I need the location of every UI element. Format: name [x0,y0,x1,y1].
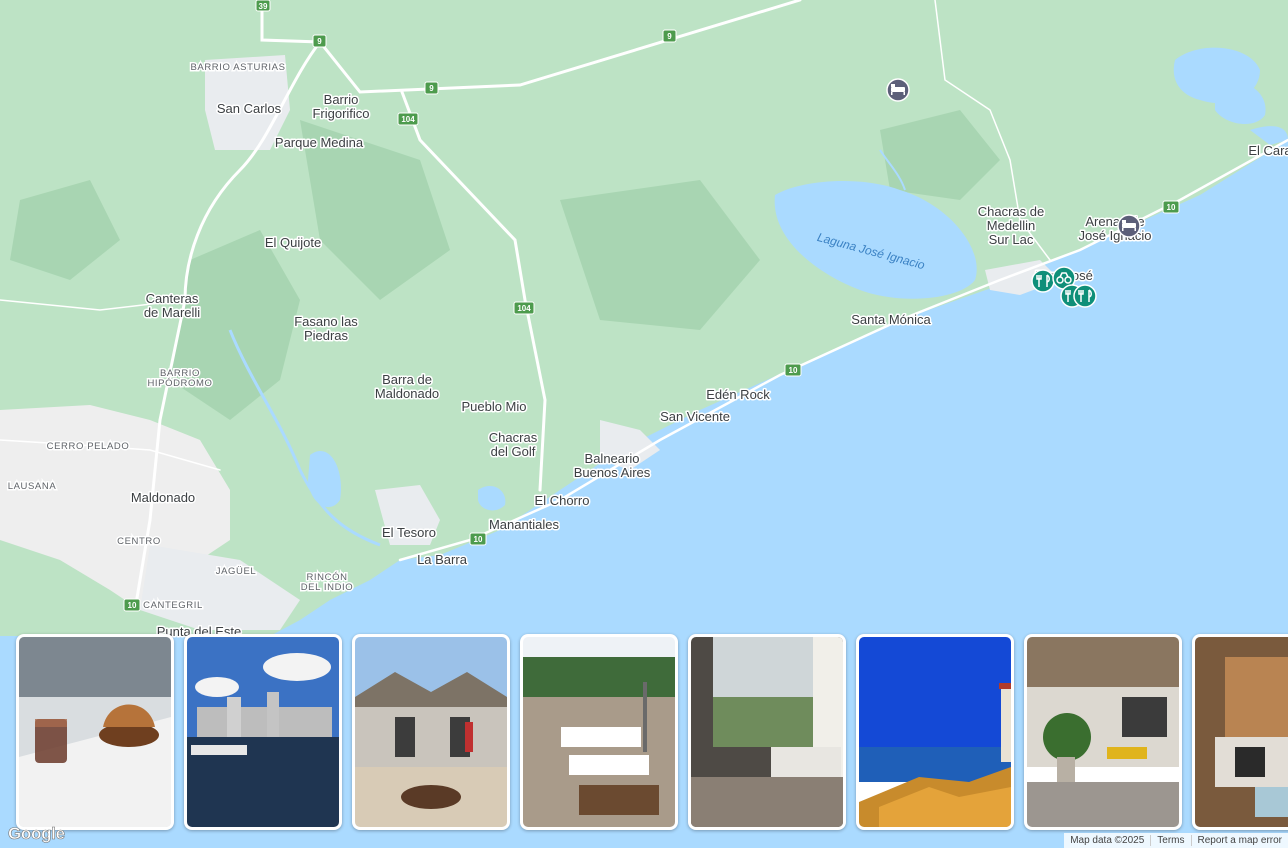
photo-restaurant-terrace [523,637,675,827]
route-shield-10: 10 [469,532,487,546]
photo-card[interactable] [520,634,678,830]
svg-text:104: 104 [401,115,415,124]
route-shield-104: 104 [397,112,419,126]
place-label: Pueblo Mio [461,399,526,414]
place-label: del Golf [491,444,536,459]
place-label: Sur Lac [989,232,1034,247]
place-label: CENTRO [117,536,161,547]
svg-text:10: 10 [1167,203,1176,212]
photo-pergola-terrace [1027,637,1179,827]
route-shield-9: 9 [424,81,439,95]
place-label: BARRIO ASTURIAS [190,62,285,73]
place-label: Balneario [585,451,640,466]
photo-carousel[interactable] [16,634,1288,832]
photo-card[interactable] [16,634,174,830]
svg-text:104: 104 [517,304,531,313]
place-label: El Chorro [535,493,590,508]
place-label: Frigorifico [312,106,369,121]
place-label: Medellin [987,218,1035,233]
place-label: El Cara [1248,143,1288,158]
svg-text:9: 9 [667,32,672,41]
photo-patio-firepit [355,637,507,827]
place-label: La Barra [417,552,468,567]
photo-coffee-croissant [19,637,171,827]
route-shield-9: 9 [312,34,327,48]
hotel-pin[interactable] [886,78,910,102]
restaurant-pin[interactable] [1031,269,1055,293]
map-footer: Map data ©2025 Terms Report a map error [1064,833,1288,848]
report-map-error-link[interactable]: Report a map error [1192,835,1288,846]
svg-text:9: 9 [317,37,322,46]
route-shield-10: 10 [1162,200,1180,214]
place-label: JAGÜEL [216,566,257,577]
place-label: CANTEGRIL [143,600,203,611]
place-label: Buenos Aires [574,465,651,480]
place-label: Barra de [382,372,432,387]
svg-text:10: 10 [128,601,137,610]
google-logo: Google [8,824,66,844]
place-label: CERRO PELADO [47,441,130,452]
photo-fireplace-room [1195,637,1288,827]
place-label: Maldonado [375,386,439,401]
place-label: San Carlos [217,101,282,116]
place-label: Barrio [324,92,359,107]
place-label: Canteras [146,291,199,306]
place-label: Maldonado [131,490,195,505]
photo-card[interactable] [856,634,1014,830]
place-label: de Marelli [144,305,200,320]
svg-text:39: 39 [259,2,268,11]
photo-card[interactable] [184,634,342,830]
map-data-attribution: Map data ©2025 [1070,835,1145,846]
place-label: Manantiales [489,517,560,532]
place-label: San Vicente [660,409,730,424]
svg-text:10: 10 [474,535,483,544]
place-label: HIPÓDROMO [147,378,212,389]
hotel-pin[interactable] [1117,214,1141,238]
restaurant-pin[interactable] [1073,284,1097,308]
terms-link[interactable]: Terms [1151,835,1190,846]
place-label: El Tesoro [382,525,436,540]
place-label: Piedras [304,328,349,343]
route-shield-9: 9 [662,29,677,43]
place-label: Chacras de [978,204,1044,219]
route-shield-39: 39 [255,0,271,12]
photo-card[interactable] [688,634,846,830]
route-shield-10: 10 [123,598,141,612]
place-label: El Quijote [265,235,321,250]
place-label: DEL INDIO [301,582,354,593]
route-shield-104: 104 [513,301,535,315]
place-label: Fasano las [294,314,358,329]
photo-card[interactable] [352,634,510,830]
route-shield-10: 10 [784,363,802,377]
place-label: Santa Mónica [851,312,931,327]
photo-room-view [691,637,843,827]
svg-text:9: 9 [429,84,434,93]
svg-text:10: 10 [789,366,798,375]
place-label: José Ignacio [1079,228,1152,243]
photo-marina [187,637,339,827]
photo-lighthouse [859,637,1011,827]
place-label: Chacras [489,430,538,445]
place-label: Edén Rock [706,387,770,402]
photo-card[interactable] [1024,634,1182,830]
place-label: LAUSANA [8,481,57,492]
photo-card[interactable] [1192,634,1288,830]
place-label: Parque Medina [275,135,364,150]
